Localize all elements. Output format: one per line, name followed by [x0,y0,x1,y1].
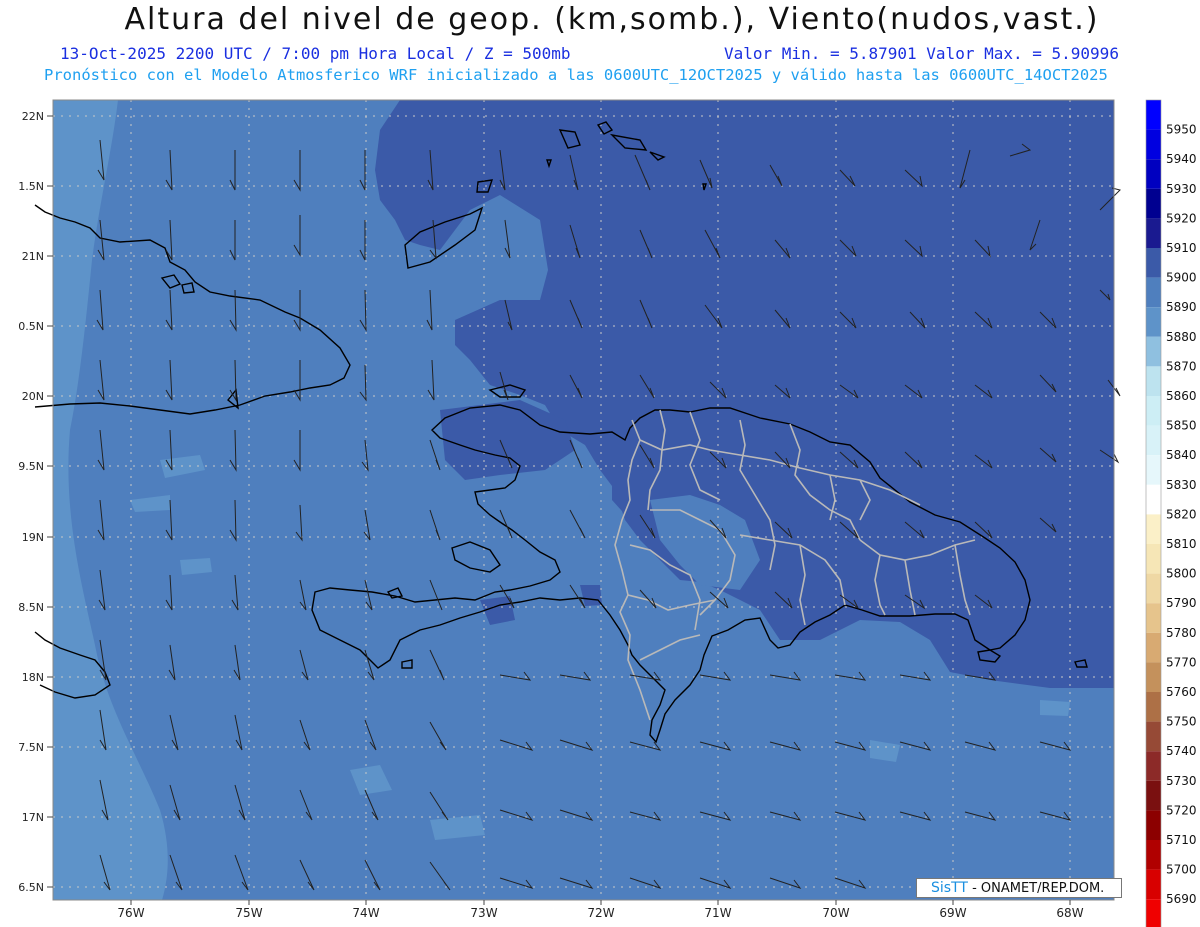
colorbar-label: 5820 [1166,507,1197,521]
lat-label: 18N [22,671,44,684]
lat-ticks [47,115,53,888]
lat-label: 21N [22,250,44,263]
lat-label: 22N [22,110,44,123]
colorbar-label: 5800 [1166,567,1197,581]
geopotential-field [53,100,1114,900]
colorbar-label: 5750 [1166,715,1197,729]
colorbar-box [1146,159,1161,189]
colorbar-label: 5930 [1166,182,1197,196]
colorbar-box [1146,396,1161,426]
colorbar-box [1146,840,1161,870]
colorbar: 5950 5940 5930 5920 5910 5900 5890 5880 5870 5860… [1145,99,1197,927]
colorbar-label: 5810 [1166,537,1197,551]
colorbar-box [1146,100,1161,130]
colorbar-box [1146,603,1161,633]
colorbar-label: 5880 [1166,330,1197,344]
colorbar-box [1146,780,1161,811]
lat-label: 1.5N [18,180,44,193]
colorbar-box [1146,810,1161,840]
lat-label: 20N [22,390,44,403]
lon-label: 71W [704,906,731,920]
colorbar-label: 5720 [1166,803,1197,817]
colorbar-label: 5730 [1166,774,1197,788]
latitude-labels: 22N 1.5N 21N 0.5N 20N 9.5N 19N 8.5N 18N … [18,110,44,894]
colorbar-box [1146,248,1161,278]
lat-label: 0.5N [18,320,44,333]
lon-label: 69W [939,906,966,920]
colorbar-box [1146,484,1161,515]
lat-label: 19N [22,531,44,544]
brand-logo: SisTT [931,880,968,896]
colorbar-label: 5850 [1166,419,1197,433]
colorbar-box [1146,869,1161,900]
colorbar-box [1146,366,1161,396]
colorbar-label: 5780 [1166,626,1197,640]
lon-label: 73W [470,906,497,920]
colorbar-box [1146,425,1161,456]
colorbar-box [1146,129,1161,160]
colorbar-box [1146,514,1161,544]
footer-credit: SisTT - ONAMET/REP.DOM. [916,878,1122,898]
colorbar-label: 5830 [1166,478,1197,492]
lat-label: 6.5N [18,881,44,894]
colorbar-label: 5950 [1166,123,1197,137]
lat-label: 17N [22,811,44,824]
colorbar-box [1146,455,1161,485]
colorbar-box [1146,632,1161,663]
colorbar-label: 5940 [1166,152,1197,166]
colorbar-box [1146,573,1161,604]
colorbar-box [1146,721,1161,752]
colorbar-box [1146,692,1161,722]
colorbar-label: 5710 [1166,833,1197,847]
lon-label: 75W [235,906,262,920]
lat-label: 7.5N [18,741,44,754]
colorbar-label: 5760 [1166,685,1197,699]
colorbar-label: 5740 [1166,744,1197,758]
lon-ticks [130,900,1071,905]
credit-text: - ONAMET/REP.DOM. [972,881,1105,896]
lon-label: 68W [1056,906,1083,920]
colorbar-box [1146,751,1161,781]
colorbar-box [1146,218,1161,248]
colorbar-label: 5700 [1166,863,1197,877]
lon-label: 74W [352,906,379,920]
colorbar-label: 5860 [1166,389,1197,403]
colorbar-label: 5770 [1166,655,1197,669]
colorbar-label: 5840 [1166,448,1197,462]
colorbar-box [1146,899,1161,927]
colorbar-label: 5690 [1166,892,1197,906]
colorbar-label: 5790 [1166,596,1197,610]
colorbar-label: 5900 [1166,271,1197,285]
lat-label: 8.5N [18,601,44,614]
colorbar-box [1146,188,1161,219]
lon-label: 76W [117,906,144,920]
colorbar-box [1146,662,1161,692]
colorbar-label: 5870 [1166,359,1197,373]
colorbar-label: 5890 [1166,300,1197,314]
lon-label: 72W [587,906,614,920]
lon-label: 70W [822,906,849,920]
lat-label: 9.5N [18,460,44,473]
longitude-labels: 76W 75W 74W 73W 72W 71W 70W 69W 68W [117,906,1083,920]
colorbar-box [1146,336,1161,367]
forecast-map: 22N 1.5N 21N 0.5N 20N 9.5N 19N 8.5N 18N … [18,99,1197,927]
colorbar-label: 5910 [1166,241,1197,255]
colorbar-label: 5920 [1166,211,1197,225]
colorbar-box [1146,307,1161,337]
colorbar-box [1146,277,1161,308]
colorbar-box [1146,544,1161,574]
